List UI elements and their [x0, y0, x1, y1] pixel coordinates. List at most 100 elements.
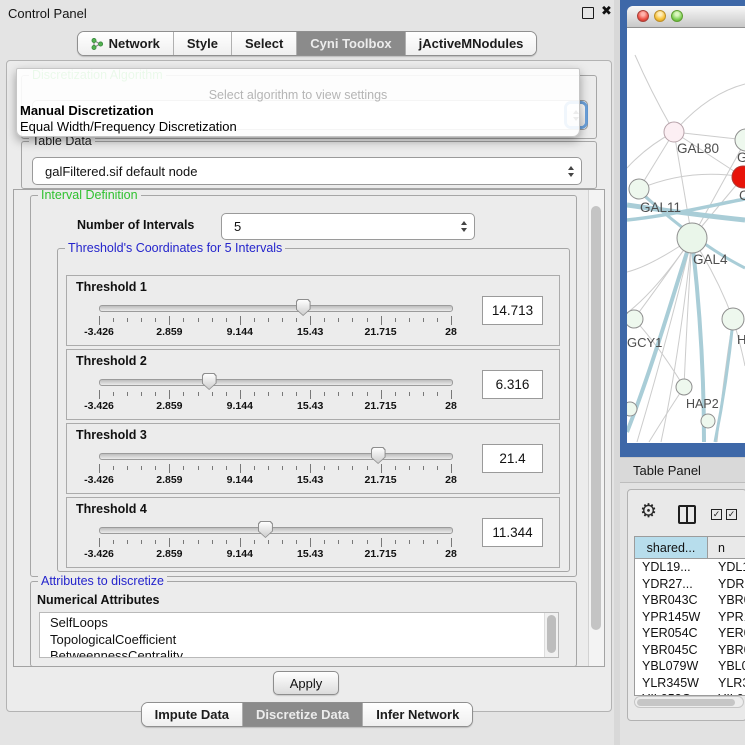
- tick-mark: [338, 466, 339, 470]
- apply-button[interactable]: Apply: [273, 671, 339, 695]
- tab-discretize-data[interactable]: Discretize Data: [242, 703, 362, 726]
- table-row[interactable]: YER054CYER0: [635, 625, 745, 642]
- checkbox-icon[interactable]: ✓: [711, 509, 722, 520]
- network-node[interactable]: [735, 129, 745, 151]
- vertical-scrollbar[interactable]: [588, 190, 604, 666]
- group-title-attributes: Attributes to discretize: [38, 574, 167, 588]
- tab-cyni-toolbox[interactable]: Cyni Toolbox: [296, 32, 404, 55]
- slider-thumb[interactable]: [258, 521, 273, 538]
- network-window-titlebar[interactable]: [627, 6, 745, 28]
- table-row[interactable]: YLR345WYLR3: [635, 675, 745, 692]
- attribute-item[interactable]: SelfLoops: [50, 615, 558, 632]
- threshold-value-field[interactable]: 14.713: [482, 296, 543, 325]
- network-node[interactable]: [627, 310, 643, 328]
- table-row[interactable]: YDL19...YDL1: [635, 559, 745, 576]
- network-node[interactable]: [677, 223, 707, 253]
- top-tab-bar: NetworkStyleSelectCyni ToolboxjActiveMNo…: [77, 31, 538, 56]
- tab-jactivemnodules[interactable]: jActiveMNodules: [405, 32, 537, 55]
- table-row[interactable]: YDR27...YDR2: [635, 576, 745, 593]
- column-header-shared-name[interactable]: shared...: [635, 537, 708, 558]
- column-header-name[interactable]: n: [708, 537, 745, 558]
- zoom-traffic-light-icon[interactable]: [671, 10, 683, 22]
- close-traffic-light-icon[interactable]: [637, 10, 649, 22]
- tick-mark: [113, 540, 114, 544]
- slider-scale: -3.4262.8599.14415.4321.71528: [99, 326, 451, 338]
- cell-name: YDL1: [708, 559, 745, 576]
- scrollbar-thumb[interactable]: [547, 615, 556, 653]
- tick-mark: [437, 540, 438, 544]
- popup-option-manual[interactable]: Manual Discretization: [17, 103, 579, 118]
- network-node[interactable]: [627, 402, 637, 416]
- popup-hint: Select algorithm to view settings: [17, 88, 579, 102]
- slider-track[interactable]: [99, 379, 453, 386]
- scrollbar-thumb[interactable]: [591, 206, 601, 630]
- tick-mark: [324, 318, 325, 322]
- network-icon: [91, 37, 104, 51]
- table-data-combobox[interactable]: galFiltered.sif default node: [32, 157, 582, 185]
- minimize-traffic-light-icon[interactable]: [654, 10, 666, 22]
- tick-mark: [127, 466, 128, 470]
- control-panel-titlebar: Control Panel ✖: [0, 0, 614, 26]
- tick-mark: [127, 540, 128, 544]
- network-node[interactable]: [732, 166, 745, 188]
- slider-track[interactable]: [99, 527, 453, 534]
- tick-mark: [183, 318, 184, 322]
- network-node[interactable]: [676, 379, 692, 395]
- tab-infer-network[interactable]: Infer Network: [362, 703, 472, 726]
- list-scrollbar[interactable]: [544, 613, 558, 657]
- tick-mark: [338, 392, 339, 396]
- horizontal-scrollbar[interactable]: [634, 696, 744, 708]
- slider-thumb[interactable]: [296, 299, 311, 316]
- popup-option-equal-width[interactable]: Equal Width/Frequency Discretization: [17, 119, 579, 134]
- tab-select[interactable]: Select: [231, 32, 296, 55]
- attribute-item[interactable]: TopologicalCoefficient: [50, 632, 558, 649]
- network-canvas[interactable]: GAL80GACGAL11GAL4GCY1HHAP2: [627, 28, 745, 443]
- tab-network[interactable]: Network: [78, 32, 173, 55]
- cell-name: YDR2: [708, 576, 745, 593]
- threshold-value-field[interactable]: 11.344: [482, 518, 543, 547]
- slider-thumb[interactable]: [371, 447, 386, 464]
- tick-mark: [198, 318, 199, 322]
- network-node[interactable]: [629, 179, 649, 199]
- table-row[interactable]: YBL079WYBL0: [635, 658, 745, 675]
- scale-label: 28: [445, 548, 457, 560]
- tick-mark: [310, 390, 311, 399]
- scale-label: 2.859: [156, 474, 182, 486]
- slider-thumb[interactable]: [202, 373, 217, 390]
- tick-mark: [352, 466, 353, 470]
- tick-mark: [338, 318, 339, 322]
- combobox-stepper[interactable]: [561, 166, 581, 177]
- float-window-icon[interactable]: [582, 7, 594, 19]
- tab-impute-data[interactable]: Impute Data: [142, 703, 242, 726]
- network-node[interactable]: [722, 308, 744, 330]
- slider-track[interactable]: [99, 453, 453, 460]
- table-row[interactable]: YPR145WYPR1: [635, 609, 745, 626]
- number-of-intervals-combobox[interactable]: 5: [221, 213, 475, 240]
- gear-icon[interactable]: ⚙: [640, 500, 657, 522]
- top-tab-row: NetworkStyleSelectCyni ToolboxjActiveMNo…: [0, 31, 614, 56]
- scale-label: 28: [445, 400, 457, 412]
- scrollbar-thumb[interactable]: [637, 699, 735, 706]
- scale-label: 15.43: [297, 548, 323, 560]
- tab-style[interactable]: Style: [173, 32, 231, 55]
- threshold-value-field[interactable]: 6.316: [482, 370, 543, 399]
- combobox-stepper[interactable]: [454, 221, 474, 232]
- threshold-label: Threshold 4: [76, 502, 147, 516]
- table-row[interactable]: YBR043CYBR0: [635, 592, 745, 609]
- checkbox-icon[interactable]: ✓: [726, 509, 737, 520]
- threshold-value-field[interactable]: 21.4: [482, 444, 543, 473]
- cell-shared-name: YDR27...: [635, 576, 708, 593]
- columns-icon[interactable]: [678, 505, 696, 524]
- tick-mark: [169, 464, 170, 473]
- network-node[interactable]: [701, 414, 715, 428]
- close-icon[interactable]: ✖: [601, 4, 612, 19]
- tick-mark: [324, 392, 325, 396]
- table-row[interactable]: YIL052CYIL0: [635, 691, 745, 695]
- attribute-item[interactable]: BetweennessCentrality: [50, 648, 558, 658]
- slider-track[interactable]: [99, 305, 453, 312]
- tick-mark: [113, 466, 114, 470]
- table-row[interactable]: YBR045CYBR0: [635, 642, 745, 659]
- network-node[interactable]: [664, 122, 684, 142]
- tick-mark: [352, 318, 353, 322]
- numerical-attributes-list[interactable]: SelfLoopsTopologicalCoefficientBetweenne…: [39, 612, 559, 658]
